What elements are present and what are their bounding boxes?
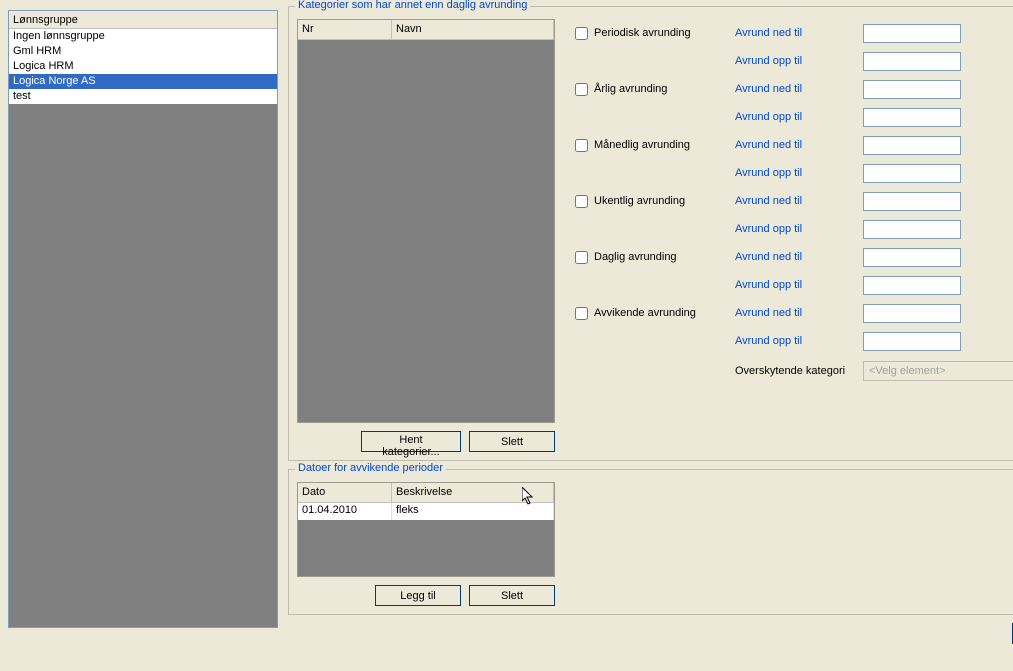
grid-col-dato[interactable]: Dato [298,483,392,503]
categories-fieldset: Kategorier som har annet enn daglig avru… [288,6,1013,461]
rounding-checkbox[interactable] [575,251,588,264]
rounding-checkbox[interactable] [575,195,588,208]
list-item[interactable]: Logica HRM [9,59,277,74]
cell-beskrivelse: fleks [392,503,554,520]
round-up-input[interactable] [863,332,961,351]
categories-legend: Kategorier som har annet enn daglig avru… [295,0,530,11]
grid-col-beskrivelse[interactable]: Beskrivelse [392,483,554,503]
dropdown-placeholder: <Velg element> [869,365,945,377]
rounding-check-label: Periodisk avrunding [594,27,691,39]
list-item[interactable]: test [9,89,277,104]
round-down-input[interactable] [863,192,961,211]
rounding-checkbox[interactable] [575,139,588,152]
fetch-categories-button[interactable]: Hent kategorier... [361,431,461,452]
overskyt-dropdown[interactable]: <Velg element>⌄ [863,361,1013,381]
round-up-input[interactable] [863,164,961,183]
salary-group-listbox[interactable]: Lønnsgruppe Ingen lønnsgruppeGml HRMLogi… [8,10,278,628]
rounding-check-label: Avvikende avrunding [594,307,696,319]
round-down-label: Avrund ned til [735,83,863,95]
round-down-label: Avrund ned til [735,27,863,39]
round-up-input[interactable] [863,52,961,71]
table-row[interactable]: 01.04.2010fleks [298,503,554,520]
list-item[interactable]: Ingen lønnsgruppe [9,29,277,44]
round-down-label: Avrund ned til [735,307,863,319]
round-down-input[interactable] [863,80,961,99]
round-up-label: Avrund opp til [735,335,863,347]
round-up-input[interactable] [863,276,961,295]
round-up-label: Avrund opp til [735,279,863,291]
rounding-checkbox[interactable] [575,27,588,40]
round-up-input[interactable] [863,220,961,239]
rounding-check-label: Månedlig avrunding [594,139,690,151]
dates-fieldset: Datoer for avvikende perioder Dato Beskr… [288,469,1013,615]
list-item[interactable]: Gml HRM [9,44,277,59]
overskyt-label: Overskytende kategori [735,365,863,377]
delete-category-button[interactable]: Slett [469,431,555,452]
delete-date-button[interactable]: Slett [469,585,555,606]
round-down-label: Avrund ned til [735,139,863,151]
round-down-input[interactable] [863,136,961,155]
rounding-check-label: Ukentlig avrunding [594,195,685,207]
round-down-input[interactable] [863,304,961,323]
round-up-label: Avrund opp til [735,223,863,235]
dates-legend: Datoer for avvikende perioder [295,462,446,474]
rounding-check-label: Daglig avrunding [594,251,677,263]
categories-grid[interactable]: Nr Navn [297,19,555,423]
round-down-input[interactable] [863,24,961,43]
round-up-label: Avrund opp til [735,111,863,123]
round-up-label: Avrund opp til [735,55,863,67]
rounding-check-label: Årlig avrunding [594,83,667,95]
grid-col-navn[interactable]: Navn [392,20,554,40]
add-date-button[interactable]: Legg til [375,585,461,606]
round-down-label: Avrund ned til [735,251,863,263]
round-down-input[interactable] [863,248,961,267]
dates-grid[interactable]: Dato Beskrivelse 01.04.2010fleks [297,482,555,577]
round-down-label: Avrund ned til [735,195,863,207]
rounding-checkbox[interactable] [575,307,588,320]
rounding-checkbox[interactable] [575,83,588,96]
list-item[interactable]: Logica Norge AS [9,74,277,89]
listbox-header: Lønnsgruppe [9,11,277,29]
round-up-input[interactable] [863,108,961,127]
round-up-label: Avrund opp til [735,167,863,179]
grid-col-nr[interactable]: Nr [298,20,392,40]
cell-dato: 01.04.2010 [298,503,392,520]
